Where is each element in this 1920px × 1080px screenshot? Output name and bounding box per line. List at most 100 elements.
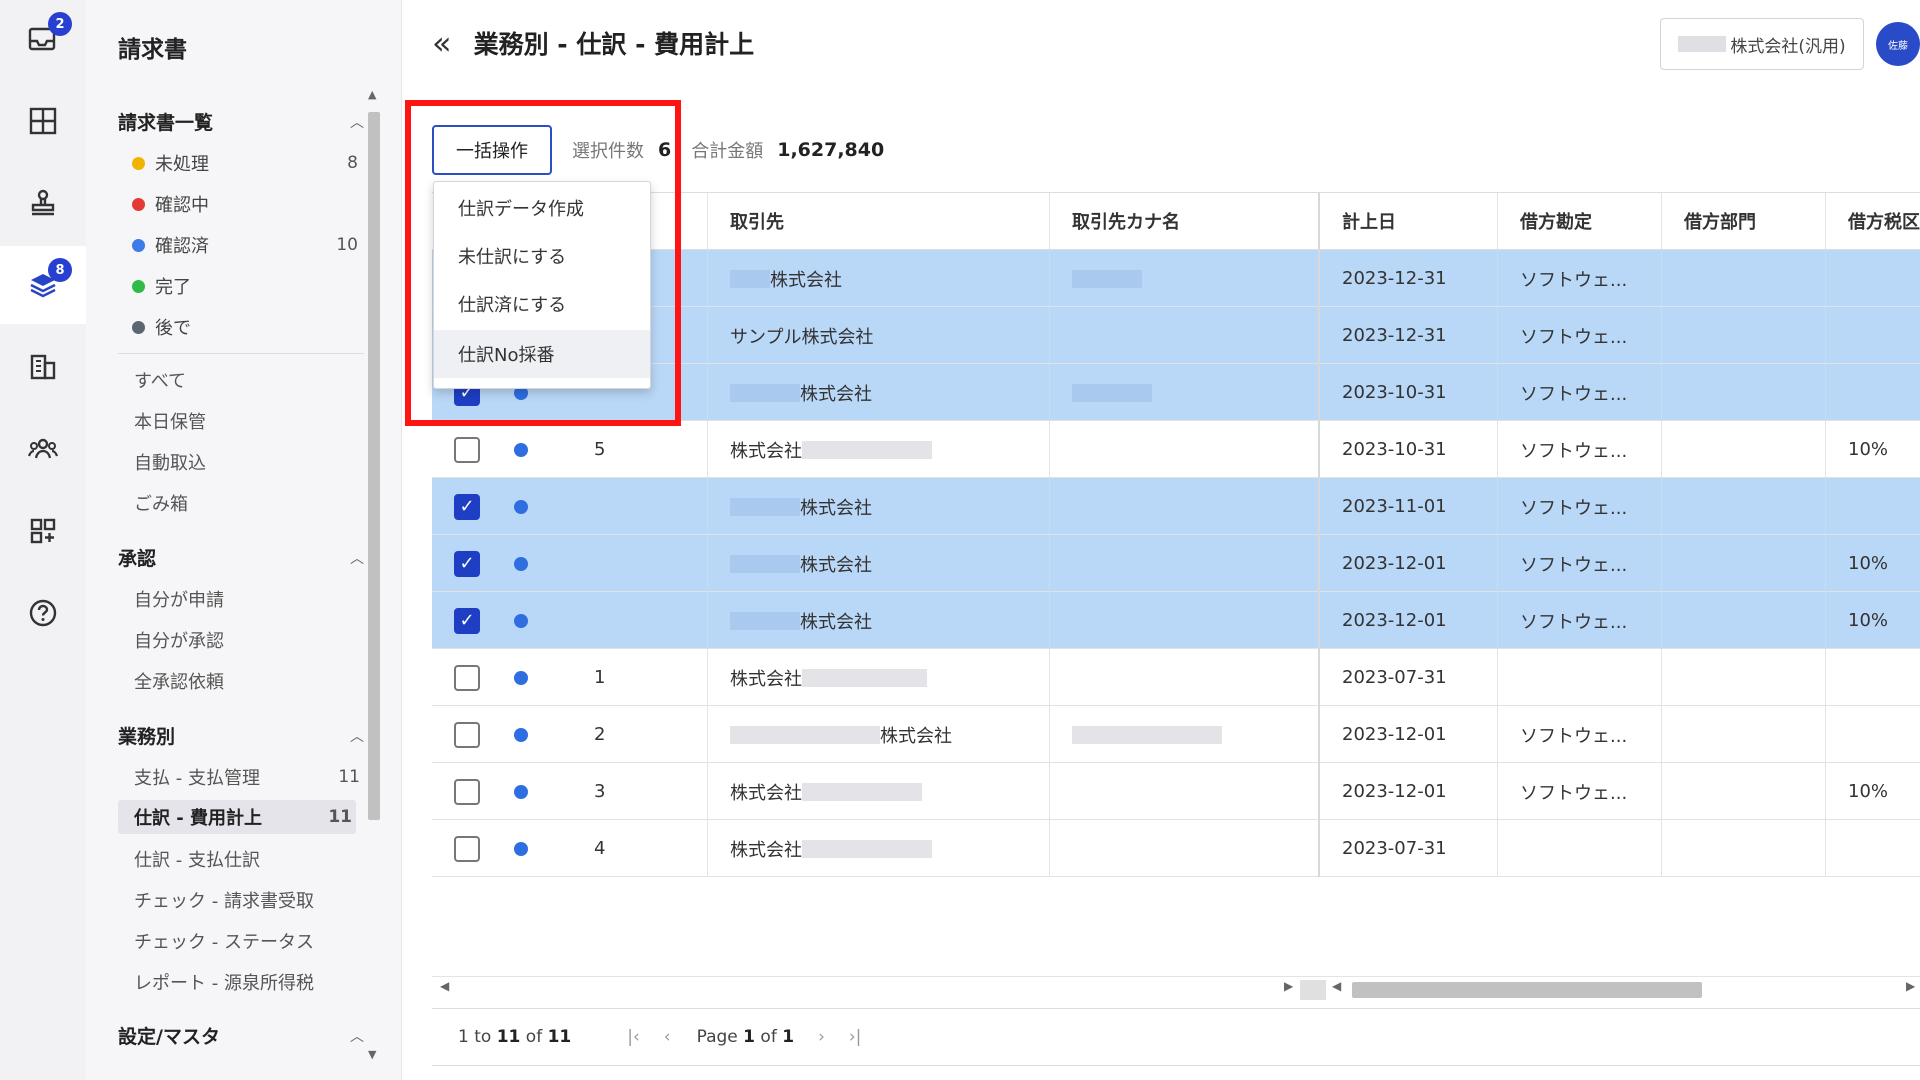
row-checkbox[interactable] [454, 664, 480, 691]
sidebar-item-all[interactable]: すべて [134, 363, 364, 397]
sidebar-item-label: 自動取込 [134, 453, 206, 474]
next-page-icon[interactable]: › [818, 1027, 825, 1047]
row-checkbox-cell: ✓ [432, 478, 492, 535]
header-partner-kana[interactable]: 取引先カナ名 [1050, 193, 1320, 249]
section-business[interactable]: 業務別 ︿ [118, 722, 364, 749]
sidebar-item-checking[interactable]: 確認中 [132, 187, 362, 221]
cell-no: 5 [572, 421, 708, 478]
row-checkbox[interactable]: ✓ [454, 607, 480, 634]
sidebar-item-done[interactable]: 完了 [132, 269, 362, 303]
table-row[interactable]: ✓ 株式会社 2023-10-31 ソフトウェ... [432, 364, 1920, 421]
rail-inbox[interactable]: 2 [0, 0, 86, 78]
scroll-left-icon[interactable]: ◀ [440, 979, 449, 993]
cell-no [572, 592, 708, 649]
menu-item-mark-unjournaled[interactable]: 未仕訳にする [434, 232, 650, 280]
row-checkbox[interactable]: ✓ [454, 493, 480, 520]
status-dot-icon [132, 238, 145, 252]
row-checkbox[interactable] [454, 835, 480, 862]
redacted-text [802, 668, 927, 687]
horizontal-scrollbar[interactable]: ◀ ▶ ◀ ▶ [432, 976, 1920, 1000]
sidebar-item-count: 11 [328, 807, 352, 827]
header-debit-dept[interactable]: 借方部門 [1662, 193, 1826, 249]
sidebar-item-payment-management[interactable]: 支払 - 支払管理 11 [134, 760, 364, 794]
sidebar-item-payment-journal[interactable]: 仕訳 - 支払仕訳 [134, 842, 364, 876]
table-row[interactable]: ✓ 株式会社 2023-12-01 ソフトウェ... 10% [432, 535, 1920, 592]
table-row[interactable]: ✓サンプル株式会社2023-12-31ソフトウェ... [432, 307, 1920, 364]
cell-debit-account [1498, 649, 1662, 706]
section-invoice-list[interactable]: 請求書一覧 ︿ [118, 108, 364, 135]
cell-debit-tax: 10% [1848, 553, 1889, 574]
sidebar-item-withholding-report[interactable]: レポート - 源泉所得税 [134, 965, 364, 999]
rail-stamp[interactable] [0, 164, 86, 242]
cell-debit-dept [1662, 592, 1826, 649]
menu-item-assign-journal-no[interactable]: 仕訳No採番 [434, 330, 650, 378]
sidebar-item-my-approvals[interactable]: 自分が承認 [134, 623, 364, 657]
table-row[interactable]: ✓ 株式会社 2023-11-01 ソフトウェ... [432, 478, 1920, 535]
header-debit-tax[interactable]: 借方税区 [1826, 193, 1920, 249]
rail-layers[interactable]: 8 [0, 246, 86, 324]
header-date[interactable]: 計上日 [1320, 193, 1498, 249]
row-range: 1 to 11 of 11 [458, 1027, 572, 1047]
table-row[interactable]: 2 株式会社 2023-12-01 ソフトウェ... [432, 706, 1920, 763]
scroll-right-icon[interactable]: ▶ [1284, 979, 1293, 993]
table-row[interactable]: 1 株式会社 2023-07-31 [432, 649, 1920, 706]
first-page-icon[interactable]: |‹ [627, 1027, 640, 1047]
sidebar-scrollbar[interactable]: ▲ ▼ [364, 88, 384, 1061]
sidebar-item-trash[interactable]: ごみ箱 [134, 486, 364, 520]
cell-partner: 株式会社 [708, 421, 1050, 478]
scroll-left-icon[interactable]: ◀ [1332, 979, 1341, 993]
grid-panel-icon [29, 107, 57, 135]
section-label: 業務別 [118, 726, 176, 748]
rail-building[interactable] [0, 328, 86, 406]
rail-people[interactable] [0, 410, 86, 488]
partner-name: 株式会社 [730, 782, 802, 804]
sidebar-item-all-approval-requests[interactable]: 全承認依頼 [134, 664, 364, 698]
cell-debit-account: ソフトウェ... [1498, 478, 1662, 535]
sidebar-item-auto-import[interactable]: 自動取込 [134, 445, 364, 479]
double-chevron-left-icon[interactable]: « [432, 24, 452, 62]
row-checkbox[interactable] [454, 436, 480, 463]
scrollbar-thumb[interactable] [1352, 982, 1702, 998]
row-checkbox[interactable]: ✓ [454, 550, 480, 577]
sidebar-item-unprocessed[interactable]: 未処理 8 [132, 146, 362, 180]
section-settings[interactable]: 設定/マスタ ︿ [118, 1022, 364, 1049]
avatar[interactable]: 佐藤 [1876, 22, 1920, 66]
sidebar-item-check-receipt[interactable]: チェック - 請求書受取 [134, 883, 364, 917]
cell-partner-kana [1050, 706, 1320, 763]
scroll-down-icon[interactable]: ▼ [368, 1048, 376, 1061]
table-row[interactable]: 3 株式会社 2023-12-01 ソフトウェ... 10% [432, 763, 1920, 820]
cell-debit-dept [1662, 307, 1826, 364]
cell-partner: 株式会社 [708, 649, 1050, 706]
menu-item-mark-journaled[interactable]: 仕訳済にする [434, 280, 650, 328]
menu-item-create-journal[interactable]: 仕訳データ作成 [434, 184, 650, 232]
inbox-badge: 2 [48, 12, 72, 36]
table-row[interactable]: 5 株式会社 2023-10-31 ソフトウェ... 10% [432, 421, 1920, 478]
rail-dashboard[interactable] [0, 82, 86, 160]
scroll-right-icon[interactable]: ▶ [1906, 979, 1915, 993]
sidebar-item-check-status[interactable]: チェック - ステータス [134, 924, 364, 958]
sidebar-item-count: 10 [336, 235, 358, 255]
sidebar-item-later[interactable]: 後で [132, 310, 362, 344]
header-partner[interactable]: 取引先 [708, 193, 1050, 249]
sidebar-item-today[interactable]: 本日保管 [134, 404, 364, 438]
table-row[interactable]: 4 株式会社 2023-07-31 [432, 820, 1920, 877]
rail-apps[interactable] [0, 492, 86, 570]
cell-debit-tax [1826, 307, 1920, 364]
scrollbar-thumb[interactable] [368, 112, 380, 820]
rail-help[interactable] [0, 574, 86, 652]
header-debit-account[interactable]: 借方勘定 [1498, 193, 1662, 249]
row-checkbox[interactable] [454, 778, 480, 805]
row-checkbox[interactable] [454, 721, 480, 748]
sidebar-item-my-requests[interactable]: 自分が申請 [134, 582, 364, 616]
table-row[interactable]: ✓ 株式会社 2023-12-01 ソフトウェ... 10% [432, 592, 1920, 649]
last-page-icon[interactable]: ›| [849, 1027, 862, 1047]
bulk-action-button[interactable]: 一括操作 [432, 125, 552, 175]
sidebar-item-checked[interactable]: 確認済 10 [132, 228, 362, 262]
sidebar-item-expense-journal[interactable]: 仕訳 - 費用計上 11 [118, 800, 356, 834]
table-row[interactable]: ✓株式会社2023-12-31ソフトウェ... [432, 250, 1920, 307]
company-switcher[interactable]: 株式会社(汎用) [1660, 18, 1864, 70]
redacted-text [1678, 36, 1727, 52]
scroll-up-icon[interactable]: ▲ [368, 88, 376, 101]
section-approval[interactable]: 承認 ︿ [118, 544, 364, 571]
prev-page-icon[interactable]: ‹ [664, 1027, 671, 1047]
